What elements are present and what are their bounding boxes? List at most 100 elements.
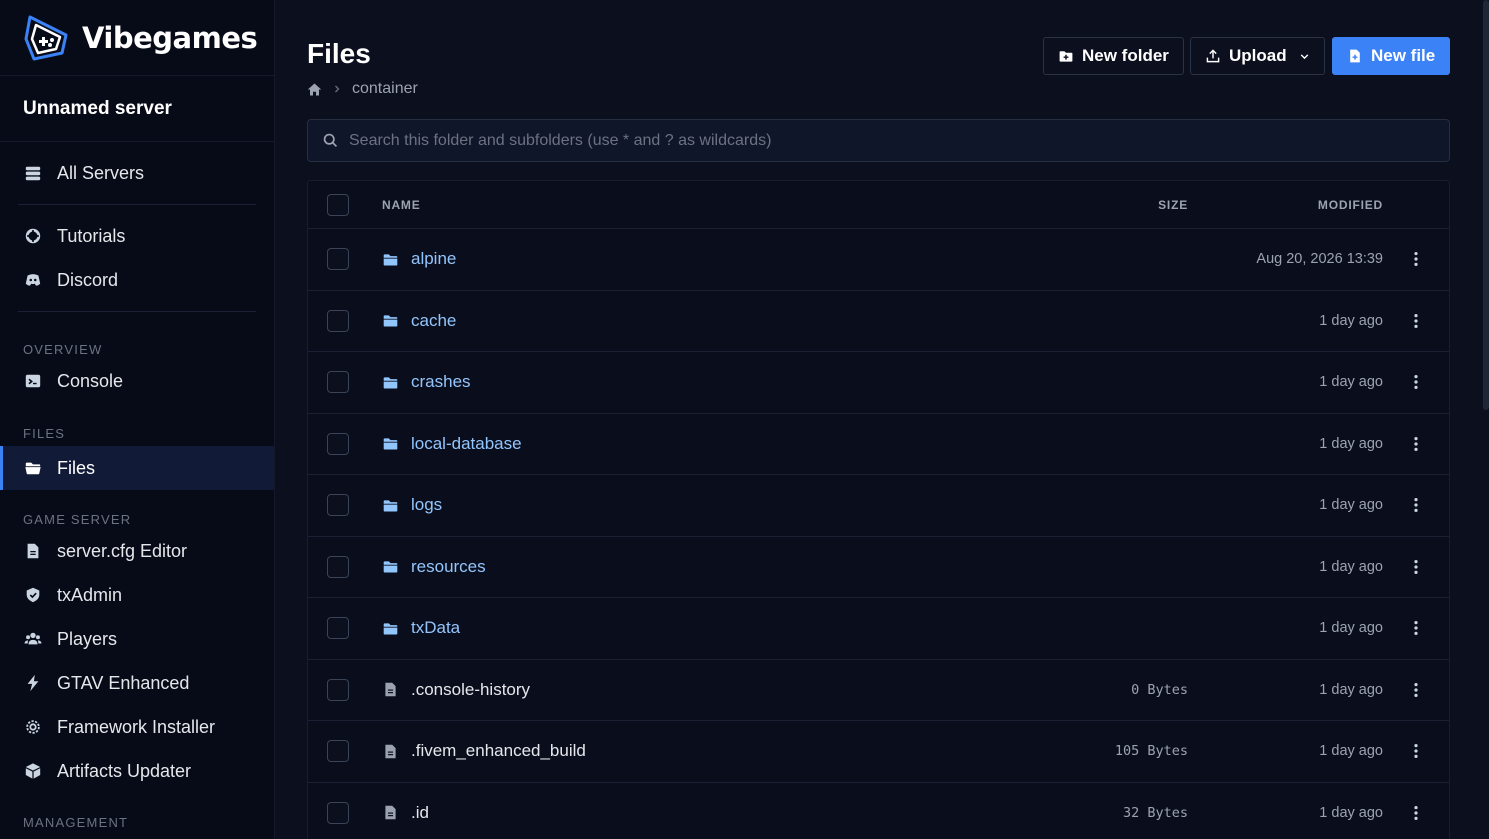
breadcrumb-item-container[interactable]: container xyxy=(352,80,418,98)
row-actions-button[interactable] xyxy=(1383,250,1449,268)
header-modified[interactable]: MODIFIED xyxy=(1188,198,1383,212)
row-actions-button[interactable] xyxy=(1383,373,1449,391)
row-checkbox[interactable] xyxy=(327,371,349,394)
row-actions-button[interactable] xyxy=(1383,742,1449,760)
row-name-cell: .fivem_enhanced_build xyxy=(382,741,1028,761)
row-name-cell: logs xyxy=(382,495,1028,515)
new-folder-button[interactable]: New folder xyxy=(1043,37,1184,75)
more-vertical-icon xyxy=(1414,252,1418,267)
table-row[interactable]: cache 1 day ago xyxy=(308,291,1449,352)
search-input[interactable] xyxy=(349,131,1429,150)
server-name: Unnamed server xyxy=(23,97,172,119)
sidebar-item-tutorials[interactable]: Tutorials xyxy=(18,214,256,258)
section-label-files: FILES xyxy=(23,425,66,441)
row-modified: Aug 20, 2026 13:39 xyxy=(1256,251,1383,268)
cube-icon xyxy=(23,761,43,781)
row-size: 32 Bytes xyxy=(1122,804,1188,821)
upload-label: Upload xyxy=(1229,46,1287,65)
sidebar-item-all-servers[interactable]: All Servers xyxy=(18,151,256,195)
folder-name[interactable]: logs xyxy=(411,495,442,515)
more-vertical-icon xyxy=(1414,621,1418,636)
row-actions-button[interactable] xyxy=(1383,435,1449,453)
sidebar-item-label: Framework Installer xyxy=(57,716,216,737)
server-name-row[interactable]: Unnamed server xyxy=(0,76,274,142)
sidebar-item-files[interactable]: Files xyxy=(0,446,274,490)
folder-name[interactable]: cache xyxy=(411,311,456,331)
file-name[interactable]: .fivem_enhanced_build xyxy=(411,741,586,761)
row-checkbox[interactable] xyxy=(327,740,349,763)
table-row[interactable]: logs 1 day ago xyxy=(308,475,1449,537)
folder-icon xyxy=(383,500,398,512)
breadcrumb: container xyxy=(307,80,418,98)
upload-icon xyxy=(1206,49,1220,63)
table-row[interactable]: alpine Aug 20, 2026 13:39 xyxy=(308,229,1449,291)
row-actions-button[interactable] xyxy=(1383,681,1449,699)
folder-name[interactable]: crashes xyxy=(411,372,471,392)
file-name[interactable]: .console-history xyxy=(411,680,530,700)
row-checkbox[interactable] xyxy=(327,432,349,455)
row-actions-button[interactable] xyxy=(1383,496,1449,514)
discord-icon xyxy=(23,270,43,290)
table-row[interactable]: local-database 1 day ago xyxy=(308,414,1449,475)
sidebar-item-discord[interactable]: Discord xyxy=(18,258,256,302)
folder-name[interactable]: local-database xyxy=(411,434,522,454)
life-ring-icon xyxy=(23,226,43,246)
row-actions-button[interactable] xyxy=(1383,804,1449,822)
folder-icon xyxy=(383,561,398,573)
row-name-cell: txData xyxy=(382,618,1028,638)
select-all-checkbox[interactable] xyxy=(327,193,349,216)
header-size[interactable]: SIZE xyxy=(1028,198,1188,212)
shield-icon xyxy=(23,585,43,605)
folder-name[interactable]: txData xyxy=(411,618,460,638)
file-name[interactable]: .id xyxy=(411,803,429,823)
sidebar-item-label: Players xyxy=(57,628,118,649)
sidebar-item-txadmin[interactable]: txAdmin xyxy=(18,573,256,617)
server-stack-icon xyxy=(23,163,43,183)
folder-name[interactable]: resources xyxy=(411,557,486,577)
scrollbar[interactable] xyxy=(1483,0,1489,410)
section-label-overview: OVERVIEW xyxy=(23,341,103,357)
sidebar-item-server-cfg-editor[interactable]: server.cfg Editor xyxy=(18,529,256,573)
row-name-cell: .id xyxy=(382,803,1028,823)
row-checkbox[interactable] xyxy=(327,309,349,332)
upload-button[interactable]: Upload xyxy=(1190,37,1325,75)
folder-name[interactable]: alpine xyxy=(411,249,456,269)
table-row[interactable]: crashes 1 day ago xyxy=(308,352,1449,414)
table-row[interactable]: .id 32 Bytes 1 day ago xyxy=(308,783,1449,839)
users-icon xyxy=(23,629,43,649)
table-row[interactable]: .fivem_enhanced_build 105 Bytes 1 day ago xyxy=(308,721,1449,783)
row-checkbox[interactable] xyxy=(327,555,349,578)
table-row[interactable]: .console-history 0 Bytes 1 day ago xyxy=(308,660,1449,721)
row-name-cell: crashes xyxy=(382,372,1028,392)
sidebar-item-gtav-enhanced[interactable]: GTAV Enhanced xyxy=(18,661,256,705)
sidebar-item-players[interactable]: Players xyxy=(18,617,256,661)
row-actions-button[interactable] xyxy=(1383,558,1449,576)
row-checkbox[interactable] xyxy=(327,678,349,701)
sidebar-item-console[interactable]: Console xyxy=(18,359,256,403)
row-checkbox[interactable] xyxy=(327,801,349,824)
home-icon[interactable] xyxy=(307,82,322,97)
row-checkbox[interactable] xyxy=(327,617,349,640)
more-vertical-icon xyxy=(1414,436,1418,451)
table-row[interactable]: txData 1 day ago xyxy=(308,598,1449,660)
file-icon xyxy=(23,541,43,561)
search-icon xyxy=(323,133,338,148)
row-name-cell: cache xyxy=(382,311,1028,331)
folder-icon xyxy=(383,254,398,266)
brand-logo[interactable]: Vibegames xyxy=(0,0,274,76)
table-row[interactable]: resources 1 day ago xyxy=(308,537,1449,598)
row-checkbox[interactable] xyxy=(327,494,349,517)
row-actions-button[interactable] xyxy=(1383,312,1449,330)
search-box xyxy=(307,119,1450,162)
more-vertical-icon xyxy=(1414,559,1418,574)
new-file-button[interactable]: New file xyxy=(1332,37,1451,75)
section-label-management: MANAGEMENT xyxy=(23,814,129,830)
row-checkbox[interactable] xyxy=(327,248,349,271)
sidebar-item-artifacts-updater[interactable]: Artifacts Updater xyxy=(18,749,256,793)
row-actions-button[interactable] xyxy=(1383,619,1449,637)
more-vertical-icon xyxy=(1414,744,1418,759)
row-modified: 1 day ago xyxy=(1319,497,1383,514)
folder-open-icon xyxy=(23,458,43,478)
sidebar-item-framework-installer[interactable]: Framework Installer xyxy=(18,705,256,749)
header-name[interactable]: NAME xyxy=(382,198,1028,212)
